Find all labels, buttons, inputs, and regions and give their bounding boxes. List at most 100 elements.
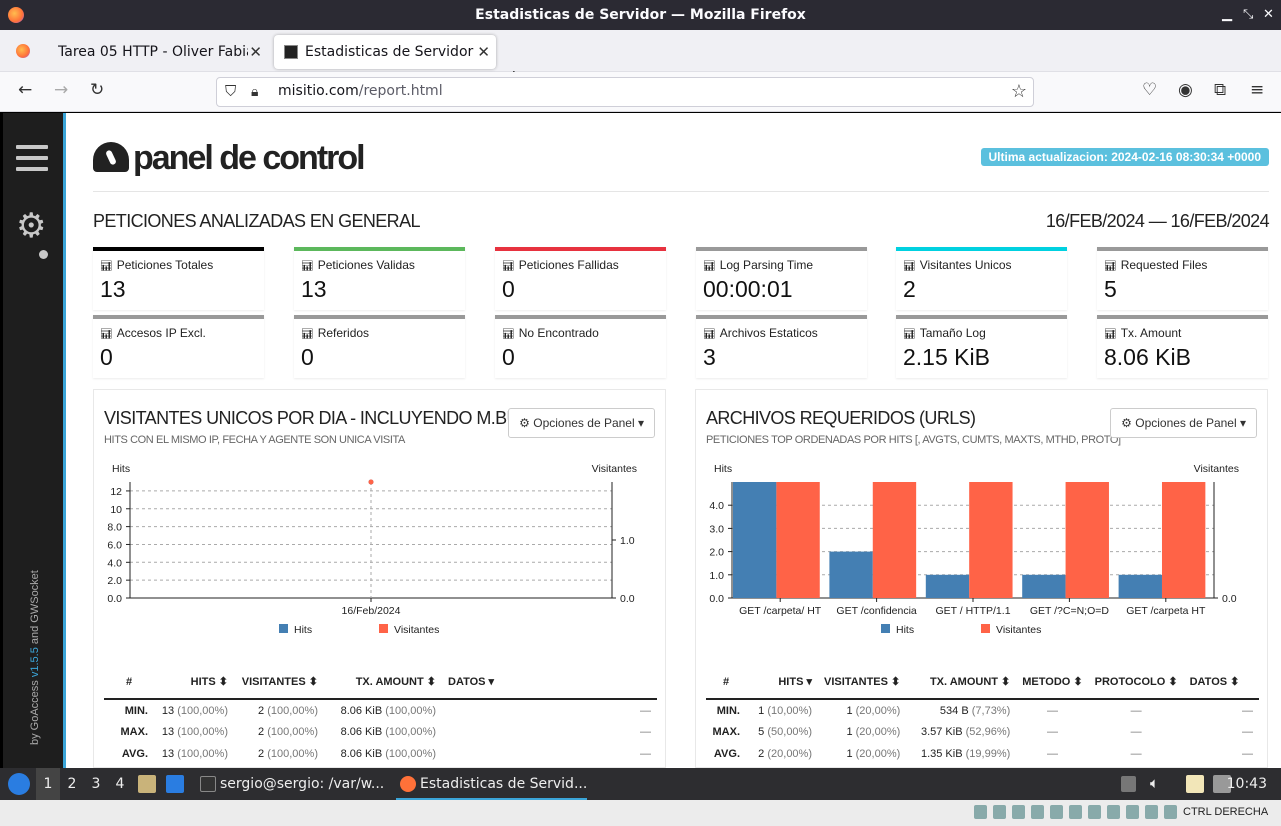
close-window-icon[interactable]: ✕ — [1263, 0, 1274, 30]
stat-label: 📊︎ Accesos IP Excl. — [100, 326, 206, 340]
stat-label: 📊︎ Tamaño Log — [903, 326, 986, 340]
date-range: 16/FEB/2024 — 16/FEB/2024 — [1045, 211, 1270, 231]
taskbar-app-firefox[interactable]: Estadisticas de Servid... — [396, 768, 588, 800]
desktop-icon[interactable] — [166, 775, 184, 793]
col-hits[interactable]: HITS ▾ — [746, 665, 818, 700]
cpu-icon[interactable] — [1126, 805, 1139, 819]
divider — [93, 191, 1269, 192]
forward-icon[interactable]: → — [54, 80, 68, 100]
overall-section-title: PETICIONES ANALIZADAS EN GENERAL — [93, 211, 421, 231]
y-tick-label-right: 0.0 — [1222, 593, 1237, 605]
clock[interactable]: 10:43 — [1227, 768, 1267, 800]
pocket-icon[interactable]: ♡ — [1142, 80, 1157, 100]
stat-label: 📊︎ Visitantes Unicos — [903, 258, 1012, 272]
gear-icon[interactable]: ⚙ — [16, 209, 46, 243]
recording-icon[interactable] — [1107, 805, 1120, 819]
bar-chart-icon: 📊︎ — [703, 261, 716, 272]
col-tx[interactable]: TX. AMOUNT ⬍ — [324, 665, 442, 700]
disk-icon[interactable] — [974, 805, 987, 819]
legend-swatch-visitors — [379, 624, 388, 633]
url-bar[interactable]: ⛉ 🔒︎ misitio.com/report.html ☆ — [216, 77, 1034, 107]
col-visitors[interactable]: VISITANTES ⬍ — [234, 665, 324, 700]
y-axis-left-label: Hits — [112, 463, 130, 475]
volume-icon[interactable]: 🔈︎ — [1150, 774, 1159, 792]
firefox-view-icon[interactable] — [16, 44, 30, 58]
back-icon[interactable]: ← — [18, 80, 32, 100]
usb-icon[interactable] — [1050, 805, 1063, 819]
bar-chart-icon: 📊︎ — [301, 261, 314, 272]
col-visitors[interactable]: VISITANTES ⬍ — [818, 665, 907, 700]
workspace-4[interactable]: 4 — [108, 768, 132, 800]
stat-value: 0 — [502, 344, 515, 370]
mouse-integration-icon[interactable] — [1145, 805, 1158, 819]
x-tick-label: GET / HTTP/1.1 — [935, 605, 1010, 617]
audio-icon[interactable] — [1012, 805, 1025, 819]
col-tx[interactable]: TX. AMOUNT ⬍ — [906, 665, 1017, 700]
stat-value: 2.15 KiB — [903, 344, 990, 370]
legend-label-hits: Hits — [896, 624, 914, 636]
clipboard-icon[interactable] — [1186, 775, 1204, 793]
lock-icon[interactable]: 🔒︎ — [251, 83, 258, 100]
col-data[interactable]: DATOS ▾ — [442, 665, 657, 700]
panel-options-button[interactable]: ⚙ Opciones de Panel ▾ — [508, 408, 655, 438]
account-icon[interactable]: ◉ — [1178, 80, 1193, 100]
minimize-icon[interactable]: ▁ — [1222, 0, 1232, 30]
file-manager-icon[interactable] — [138, 775, 156, 793]
shield-icon[interactable]: ⛉ — [225, 83, 236, 100]
visitors-bar — [872, 482, 917, 598]
keyboard-icon[interactable] — [1164, 805, 1177, 819]
shared-folder-icon[interactable] — [1069, 805, 1082, 819]
workspace-3[interactable]: 3 — [84, 768, 108, 800]
stat-card: 📊︎ Tamaño Log 2.15 KiB — [896, 315, 1067, 378]
hits-bar — [829, 551, 873, 598]
panel-options-button[interactable]: ⚙ Opciones de Panel ▾ — [1110, 408, 1257, 438]
stat-value: 00:00:01 — [703, 276, 793, 302]
taskbar-app-terminal[interactable]: sergio@sergio: /var/w... — [196, 768, 384, 800]
col-hits[interactable]: HITS ⬍ — [154, 665, 234, 700]
y-axis-left-label: Hits — [714, 463, 732, 475]
close-tab-icon[interactable]: ✕ — [477, 35, 490, 69]
display-icon[interactable] — [1088, 805, 1101, 819]
workspace-2[interactable]: 2 — [60, 768, 84, 800]
bar-chart-icon: 📊︎ — [903, 261, 916, 272]
tab-tarea05[interactable]: Tarea 05 HTTP - Oliver Fabia ✕ — [42, 35, 268, 69]
bar-chart-icon: 📊︎ — [1104, 261, 1117, 272]
x-tick-label: GET /confidencia — [836, 605, 917, 617]
eject-icon[interactable] — [1121, 776, 1136, 792]
table-row: MIN. 13 (100,00%) 2 (100,00%) 8.06 KiB (100… — [124, 704, 651, 717]
stat-card: 📊︎ Tx. Amount 8.06 KiB — [1097, 315, 1268, 378]
network-adapter-icon[interactable] — [1031, 805, 1044, 819]
chart-requested-files: Hits Visitantes 0.0 1.0 2.0 3.0 4.0 0.0 GET /car… — [709, 463, 1239, 636]
col-method[interactable]: METODO ⬍ — [1016, 665, 1089, 700]
bar-chart-icon: 📊︎ — [301, 329, 314, 340]
extensions-icon[interactable]: ⧉ — [1214, 80, 1226, 100]
reload-icon[interactable]: ↻ — [90, 80, 104, 100]
dashboard-gauge-icon — [93, 142, 129, 172]
col-protocol[interactable]: PROTOCOLO ⬍ — [1088, 665, 1184, 700]
visitors-bar — [1161, 482, 1206, 598]
workspace-1[interactable]: 1 — [36, 768, 60, 800]
legend-swatch-visitors — [981, 624, 990, 633]
stat-card: 📊︎ Accesos IP Excl. 0 — [93, 315, 264, 378]
stat-card: 📊︎ Archivos Estaticos 3 — [696, 315, 867, 378]
bookmark-star-icon[interactable]: ☆ — [1011, 81, 1027, 102]
menu-icon[interactable]: ≡ — [1250, 80, 1264, 100]
restore-icon[interactable]: ⤡ — [1243, 0, 1253, 30]
start-menu-icon[interactable] — [8, 773, 30, 795]
firefox-icon — [400, 776, 416, 792]
stat-label: 📊︎ Archivos Estaticos — [703, 326, 818, 340]
y-tick-label-left: 1.0 — [709, 570, 724, 582]
tab-estadisticas[interactable]: Estadisticas de Servidor ✕ — [274, 35, 496, 69]
url-text[interactable]: misitio.com/report.html — [278, 83, 443, 99]
panel-subtitle: HITS CON EL MISMO IP, FECHA Y AGENTE SON… — [104, 434, 405, 446]
stat-card: 📊︎ Log Parsing Time 00:00:01 — [696, 247, 867, 310]
stat-value: 3 — [703, 344, 716, 370]
close-tab-icon[interactable]: ✕ — [249, 35, 262, 69]
col-data[interactable]: DATOS ⬍ — [1183, 665, 1259, 700]
optical-drive-icon[interactable] — [993, 805, 1006, 819]
host-key-label: CTRL DERECHA — [1183, 806, 1269, 818]
table-row: MAX. 5 (50,00%) 1 (20,00%) 3.57 KiB (52,96%… — [712, 726, 1254, 738]
hamburger-menu-icon[interactable] — [16, 145, 48, 178]
chart-visitors: Hits Visitantes 0.0 2.0 4.0 6.0 8.0 10 12 0.0 1.0 1… — [107, 463, 637, 636]
x-tick-label: GET /carpeta HT — [1126, 605, 1206, 617]
